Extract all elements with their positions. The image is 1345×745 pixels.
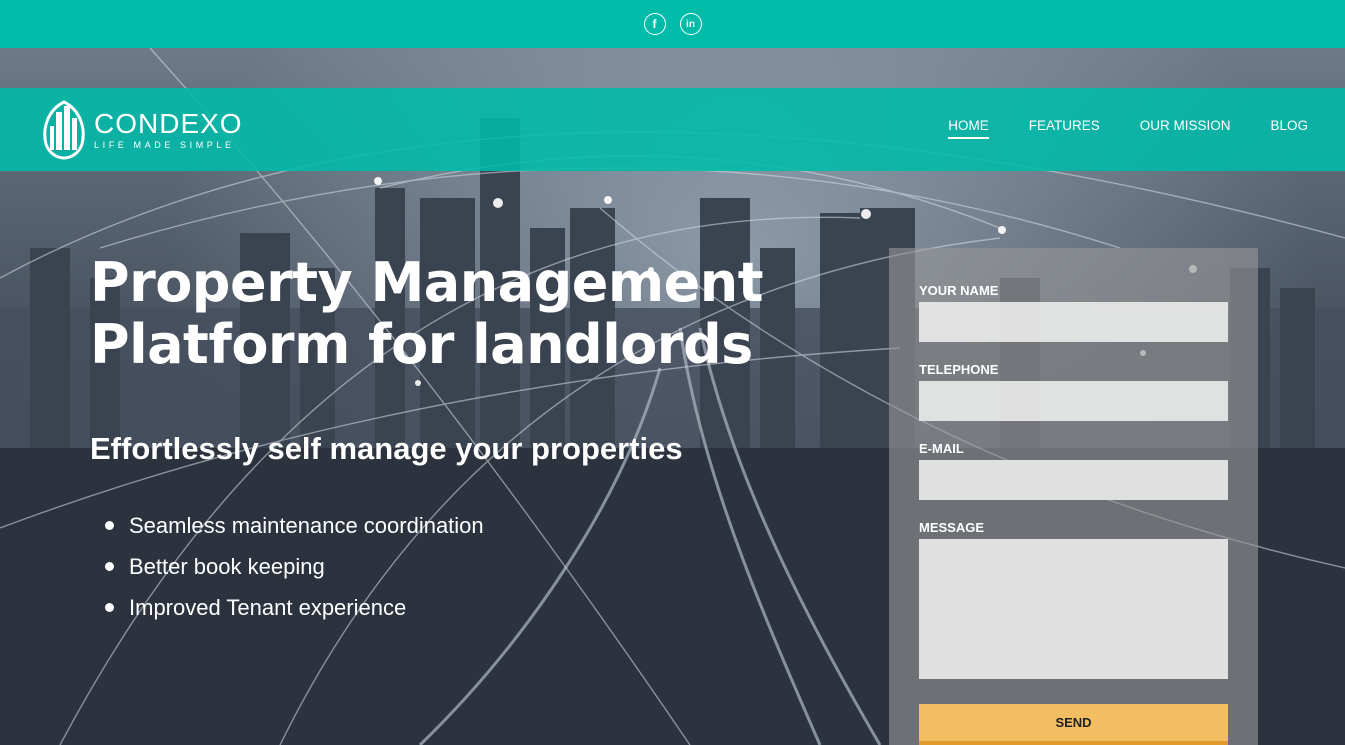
list-item: Seamless maintenance coordination — [105, 505, 484, 546]
facebook-icon[interactable]: f — [643, 13, 666, 35]
send-button[interactable]: SEND — [919, 704, 1228, 745]
email-input[interactable] — [919, 460, 1228, 500]
name-input[interactable] — [919, 302, 1228, 342]
name-label: YOUR NAME — [919, 283, 999, 298]
nav-our-mission[interactable]: OUR MISSION — [1140, 118, 1231, 139]
message-label: MESSAGE — [919, 520, 985, 535]
bullet-icon — [105, 562, 114, 571]
bullet-icon — [105, 603, 114, 612]
message-textarea[interactable] — [919, 539, 1228, 679]
social-bar: f in — [0, 0, 1345, 48]
hero-headline: Property Management Platform for landlor… — [90, 251, 764, 376]
list-item: Improved Tenant experience — [105, 587, 484, 628]
headline-line-2: Platform for landlords — [90, 313, 753, 376]
main-navbar: CONDEXO LIFE MADE SIMPLE HOME FEATURES O… — [0, 88, 1345, 171]
telephone-label: TELEPHONE — [919, 362, 999, 377]
nav-home[interactable]: HOME — [948, 118, 989, 139]
nav-blog[interactable]: BLOG — [1270, 118, 1308, 139]
nav-features[interactable]: FEATURES — [1029, 118, 1100, 139]
telephone-input[interactable] — [919, 381, 1228, 421]
bullet-icon — [105, 521, 114, 530]
email-label: E-MAIL — [919, 441, 964, 456]
logo-tagline: LIFE MADE SIMPLE — [94, 140, 235, 150]
list-item: Better book keeping — [105, 546, 484, 587]
building-logo-icon — [43, 100, 85, 160]
linkedin-icon[interactable]: in — [679, 13, 702, 35]
hero-subheadline: Effortlessly self manage your properties — [90, 431, 683, 466]
logo[interactable]: CONDEXO LIFE MADE SIMPLE — [40, 100, 243, 160]
feature-list: Seamless maintenance coordination Better… — [105, 505, 484, 628]
main-nav: HOME FEATURES OUR MISSION BLOG — [948, 118, 1308, 139]
logo-name: CONDEXO — [94, 108, 243, 139]
headline-line-1: Property Management — [90, 251, 764, 314]
contact-form: YOUR NAME TELEPHONE E-MAIL MESSAGE SEND — [889, 248, 1258, 745]
